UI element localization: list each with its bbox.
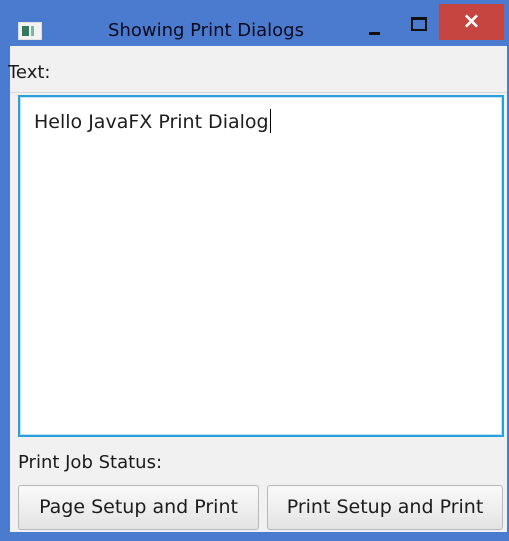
maximize-button[interactable]	[396, 10, 432, 42]
text-label: Text:	[8, 62, 51, 83]
minimize-icon	[369, 32, 380, 35]
application-window: Showing Print Dialogs × Text: Hello Java…	[0, 0, 509, 541]
app-icon-left-block	[22, 26, 29, 36]
page-setup-and-print-button[interactable]: Page Setup and Print	[18, 485, 259, 530]
text-caret	[269, 109, 271, 133]
divider	[10, 92, 507, 93]
window-title: Showing Print Dialogs	[108, 20, 304, 41]
minimize-button[interactable]	[354, 10, 390, 42]
text-area-value: Hello JavaFX Print Dialog	[34, 111, 269, 133]
window-bottom-border	[0, 532, 509, 541]
text-area[interactable]: Hello JavaFX Print Dialog	[18, 95, 504, 437]
app-icon[interactable]	[18, 22, 42, 40]
print-setup-and-print-button[interactable]: Print Setup and Print	[267, 485, 503, 530]
text-area-content: Hello JavaFX Print Dialog	[34, 109, 271, 133]
title-bar[interactable]: Showing Print Dialogs ×	[0, 0, 509, 46]
close-icon: ×	[462, 9, 481, 34]
app-icon-right-block	[31, 26, 34, 36]
close-button[interactable]: ×	[439, 4, 504, 40]
print-job-status-label: Print Job Status:	[18, 452, 163, 473]
maximize-icon	[411, 17, 427, 31]
